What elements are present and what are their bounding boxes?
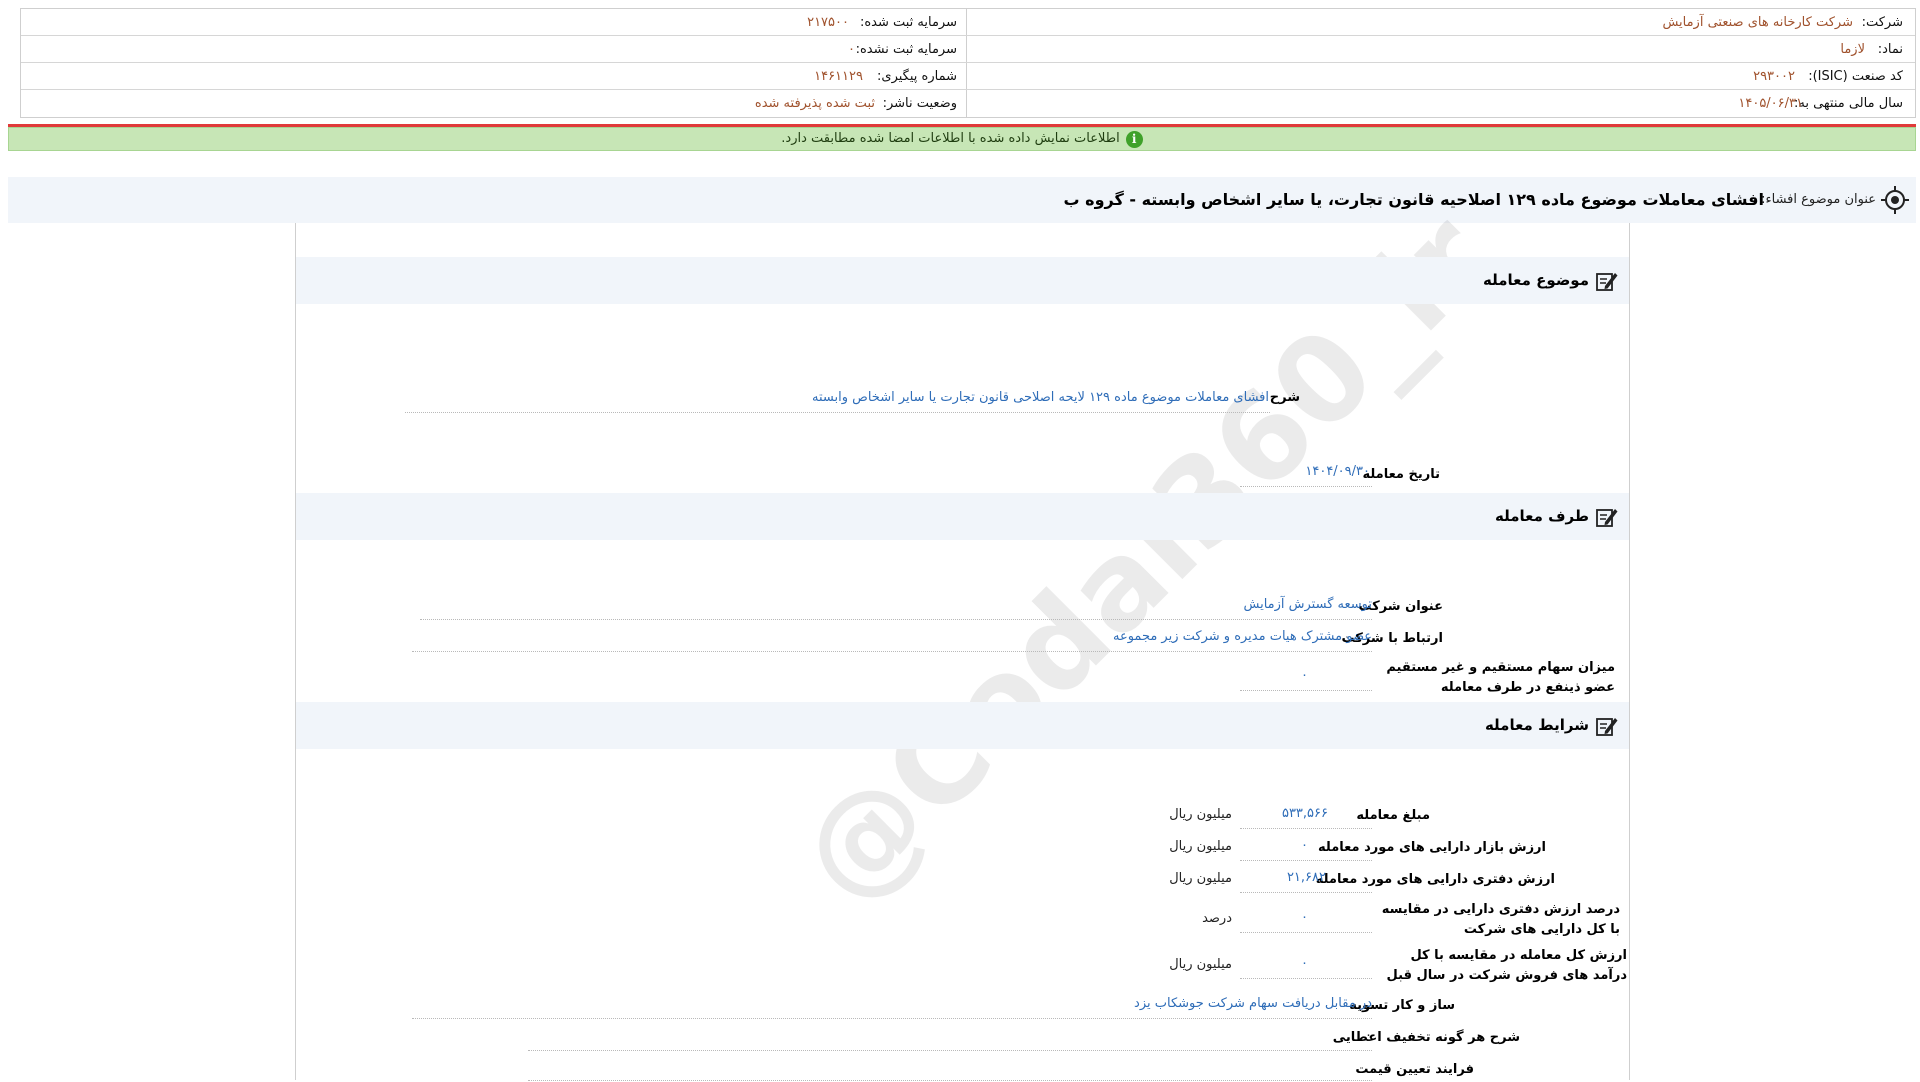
revenue-ratio-underline [1240, 978, 1372, 980]
market-value: ۰ [1301, 838, 1308, 853]
revenue-ratio-unit: میلیون ریال [1169, 957, 1232, 972]
company-info-table: شرکت: شرکت کارخانه های صنعتی آزمایش سرما… [20, 8, 1916, 118]
tracking-value: ۱۴۶۱۱۲۹ [814, 69, 863, 84]
section-party-header: طرف معامله [296, 493, 1629, 540]
relation-underline [412, 651, 1372, 653]
book-value-unit: میلیون ریال [1169, 871, 1232, 886]
shares-label: میزان سهام مستقیم و غیر مستقیم عضو ذینفع… [1386, 660, 1615, 695]
settlement-value: در مقابل دریافت سهام شرکت جوشکاب یزد [1134, 996, 1372, 1011]
edit-note-icon [1596, 718, 1618, 736]
isic-value: ۲۹۳۰۰۲ [1753, 69, 1795, 84]
discount-label: شرح هر گونه تخفیف اعطایی [1332, 1030, 1520, 1045]
description-label: شرح [1269, 390, 1300, 405]
book-percent-unit: درصد [1202, 911, 1232, 926]
market-value-unit: میلیون ریال [1169, 839, 1232, 854]
book-value: ۲۱,۶۸۲ [1286, 870, 1326, 885]
tracking-label: شماره پیگیری: [877, 69, 957, 84]
section-terms-header: شرایط معامله [296, 702, 1629, 749]
party-company-value: توسعه گسترش آزمایش [1243, 597, 1373, 612]
notice-text: اطلاعات نمایش داده شده با اطلاعات امضا ش… [781, 131, 1120, 146]
section-subject-title: موضوع معامله [1483, 271, 1589, 289]
capital-registered-label: سرمایه ثبت شده: [859, 15, 957, 30]
target-icon [1881, 186, 1909, 214]
description-value: افشای معاملات موضوع ماده ۱۲۹ لایحه اصلاح… [812, 390, 1269, 405]
shares-value: ۰ [1301, 668, 1308, 683]
book-percent-value: ۰ [1301, 910, 1308, 925]
company-value[interactable]: شرکت کارخانه های صنعتی آزمایش [1662, 9, 1853, 36]
info-row-isic: کد صنعت (ISIC): ۲۹۳۰۰۲ شماره پیگیری: ۱۴۶… [21, 63, 1915, 90]
description-underline [405, 412, 1270, 414]
capital-registered-value: ۲۱۷۵۰۰ [807, 15, 849, 30]
company-label: شرکت: [1861, 15, 1903, 30]
amount-underline [1240, 828, 1372, 830]
isic-label: کد صنعت (ISIC): [1808, 69, 1903, 84]
info-icon: i [1125, 130, 1143, 148]
capital-unregistered-value: ۰ [848, 42, 855, 57]
section-party-title: طرف معامله [1495, 507, 1589, 525]
publisher-status-label: وضعیت ناشر: [882, 96, 957, 111]
edit-note-icon [1596, 273, 1618, 291]
settlement-underline [412, 1018, 1372, 1020]
capital-unregistered-label: سرمایه ثبت نشده: [855, 42, 957, 57]
symbol-value[interactable]: لازما [1840, 36, 1865, 63]
date-value: ۱۴۰۴/۰۹/۳۰ [1305, 464, 1370, 479]
info-row-company: شرکت: شرکت کارخانه های صنعتی آزمایش سرما… [21, 9, 1915, 36]
date-label: تاریخ معامله [1362, 467, 1440, 482]
market-value-underline [1240, 860, 1372, 862]
discount-value: ۰ [1365, 1028, 1372, 1043]
edit-note-icon [1596, 509, 1618, 527]
fiscal-year-label: سال مالی منتهی به: [1793, 96, 1903, 111]
shares-underline [1240, 690, 1372, 692]
signature-match-notice: i اطلاعات نمایش داده شده با اطلاعات امضا… [8, 127, 1916, 151]
amount-unit: میلیون ریال [1169, 807, 1232, 822]
symbol-label: نماد: [1877, 42, 1903, 57]
book-value-label: ارزش دفتری دارایی های مورد معامله [1315, 872, 1555, 887]
relation-value: عضو مشترک هیات مدیره و شرکت زیر مجموعه [1112, 629, 1372, 644]
revenue-ratio-label: ارزش کل معامله در مقایسه با کل درآمد های… [1386, 948, 1627, 983]
market-value-label: ارزش بازار دارایی های مورد معامله [1318, 840, 1546, 855]
section-subject-header: موضوع معامله [296, 257, 1629, 304]
discount-underline [528, 1050, 1372, 1052]
disclosure-title-bar: عنوان موضوع افشاء: افشای معاملات موضوع م… [8, 177, 1916, 223]
book-percent-underline [1240, 932, 1372, 934]
info-row-fiscal: سال مالی منتهی به: ۱۴۰۵/۰۶/۳۱ وضعیت ناشر… [21, 90, 1915, 117]
section-terms-title: شرایط معامله [1484, 716, 1589, 734]
date-underline [1240, 486, 1372, 488]
party-company-underline [420, 619, 1372, 621]
fiscal-year-value: ۱۴۰۵/۰۶/۳۱ [1738, 96, 1803, 111]
amount-value: ۵۳۳,۵۶۶ [1281, 806, 1328, 821]
price-process-label: فرایند تعیین قیمت [1355, 1062, 1474, 1077]
title-label: عنوان موضوع افشاء: [1761, 192, 1876, 207]
revenue-ratio-value: ۰ [1301, 956, 1308, 971]
amount-label: مبلغ معامله [1356, 808, 1430, 823]
info-row-symbol: نماد: لازما سرمایه ثبت نشده: ۰ [21, 36, 1915, 63]
book-value-underline [1240, 892, 1372, 894]
publisher-status-value: ثبت شده پذیرفته شده [754, 96, 875, 111]
book-percent-label: درصد ارزش دفتری دارایی در مقایسه با کل د… [1381, 902, 1620, 937]
